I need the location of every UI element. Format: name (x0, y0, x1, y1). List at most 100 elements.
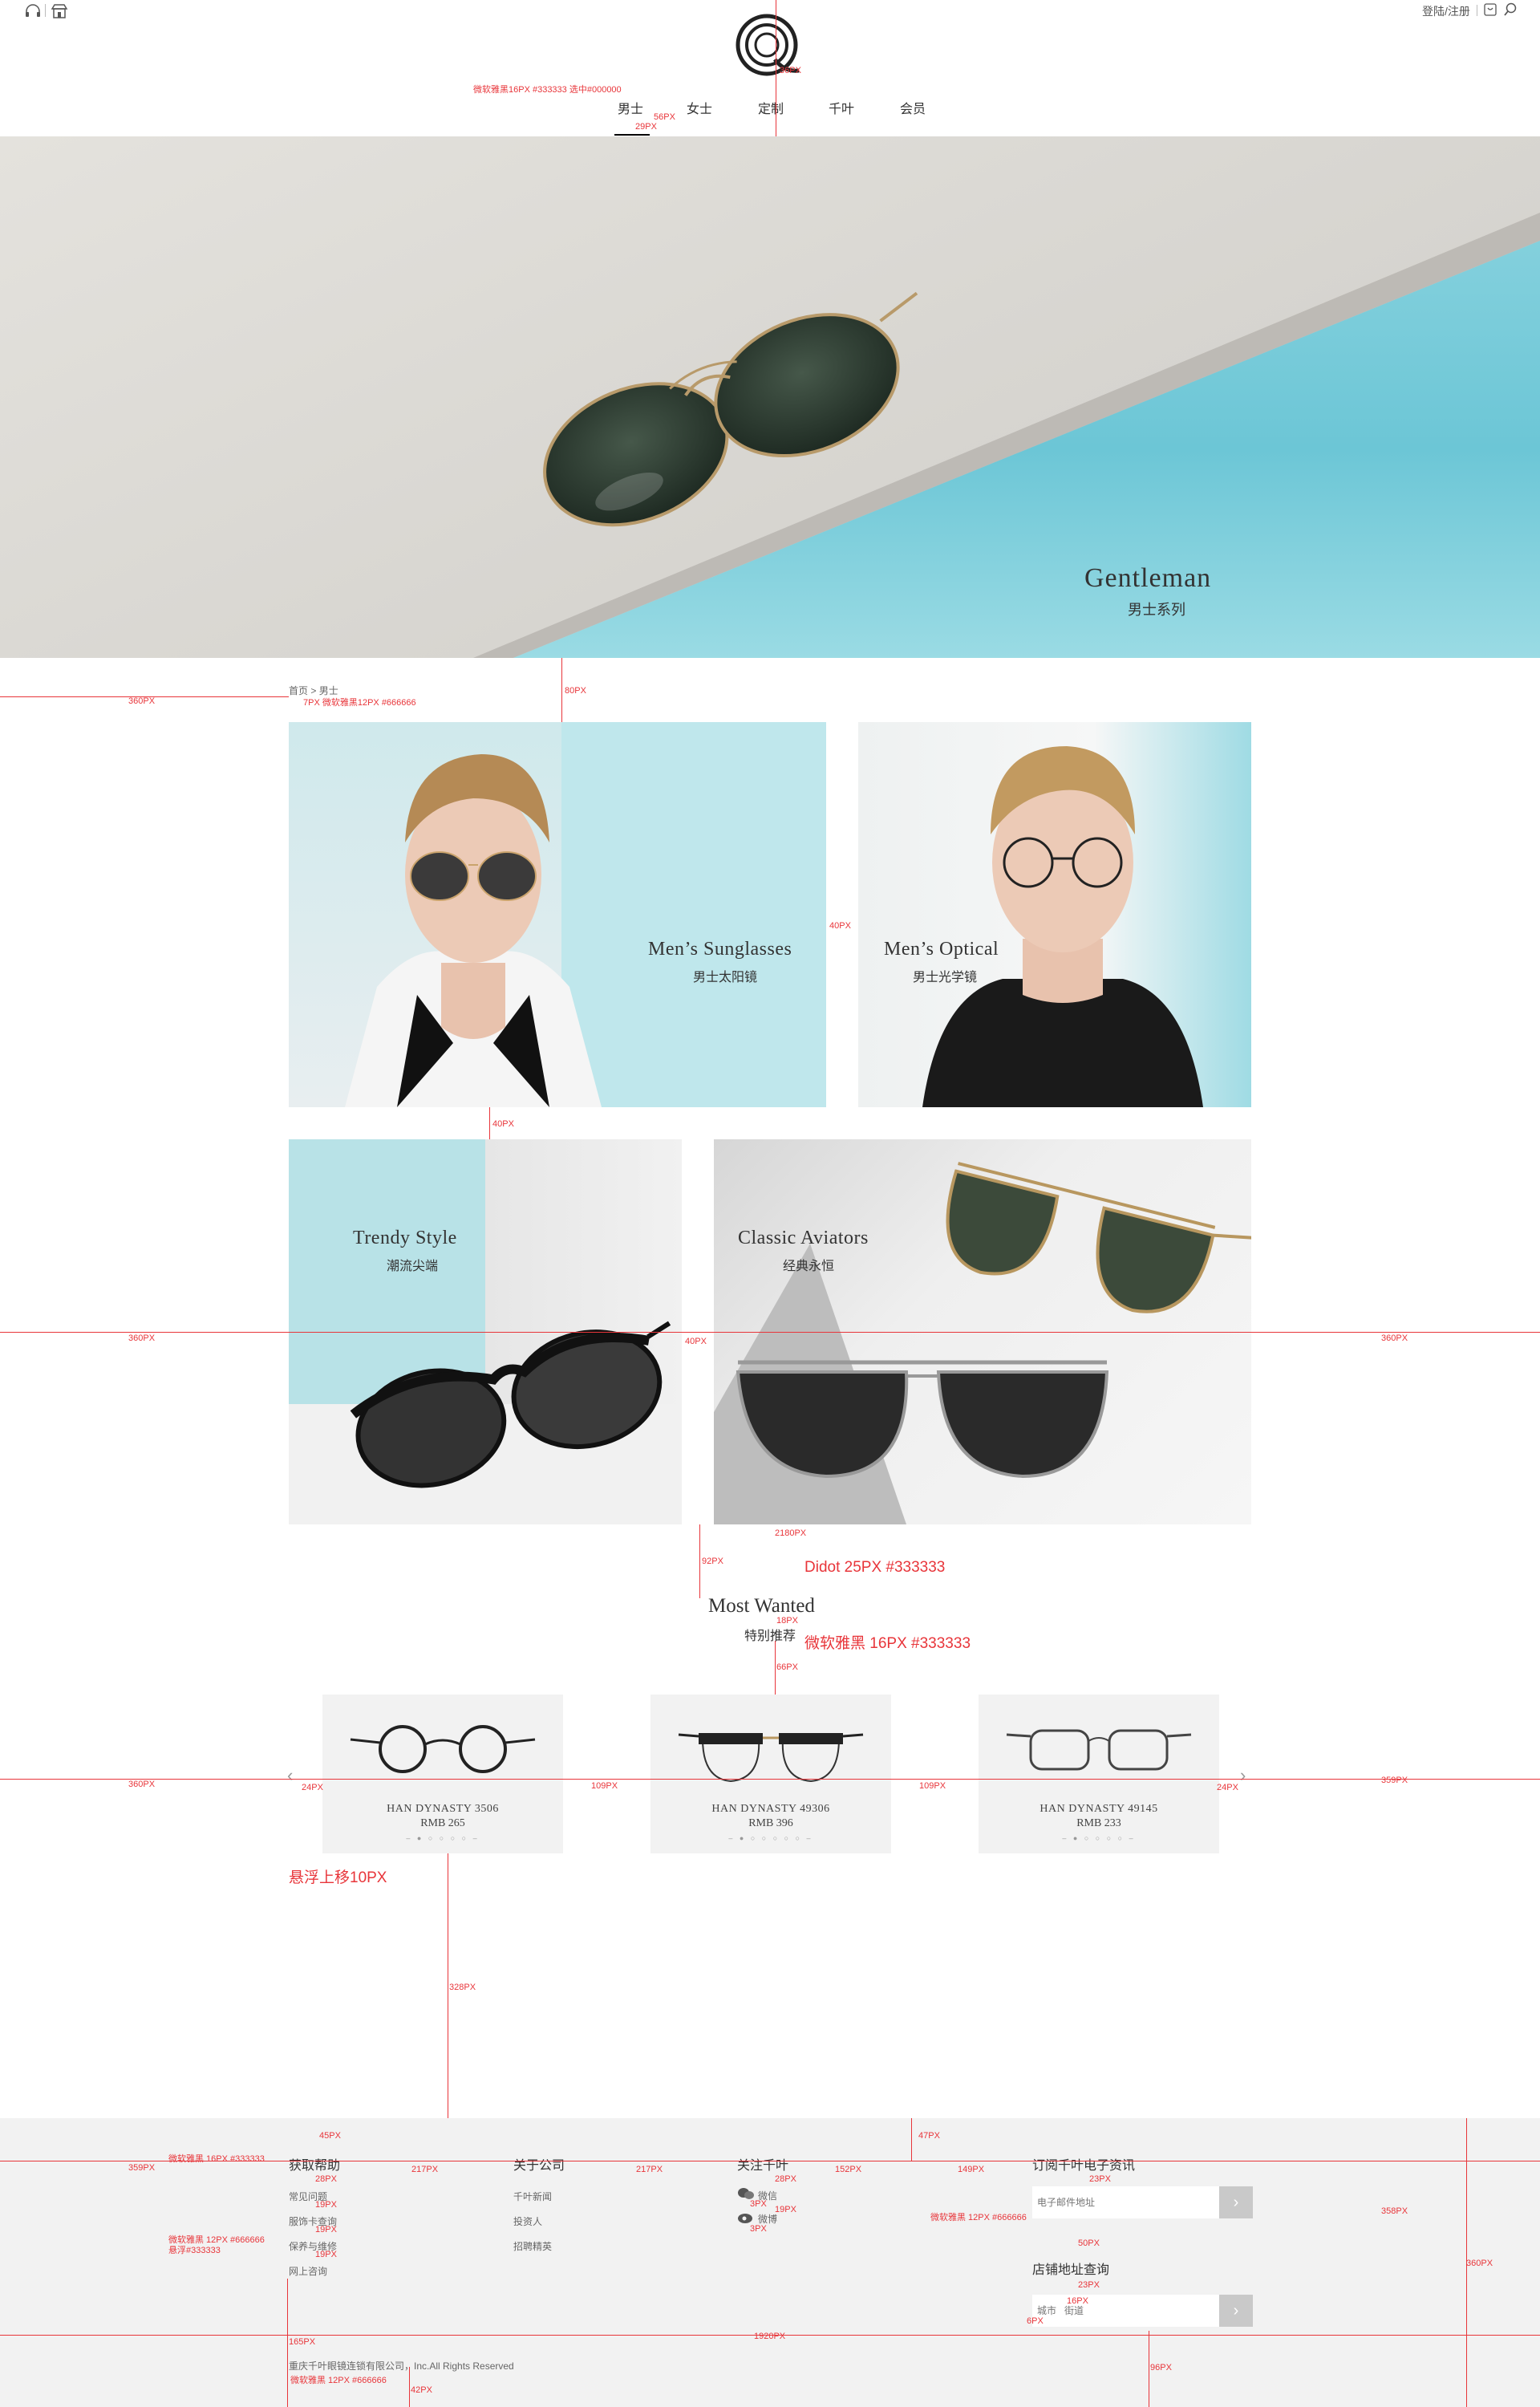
color-swatch-dots[interactable]: – ● ○ ○ ○ ○ – (322, 1834, 563, 1842)
nav-men[interactable]: 男士 (618, 98, 643, 117)
annotation: 217PX (411, 2165, 439, 2174)
footer-link-online-consult[interactable]: 网上咨询 (289, 2264, 327, 2278)
footer-link-news[interactable]: 千叶新闻 (513, 2190, 552, 2203)
copyright-text: 重庆千叶眼镜连锁有限公司，Inc.All Rights Reserved (289, 2360, 514, 2372)
annotation: 358PX (1381, 2206, 1408, 2216)
annotation-line (287, 2279, 288, 2407)
annotation: 7PX 微软雅黑12PX #666666 (303, 698, 416, 708)
most-wanted-title: Most Wanted (708, 1595, 815, 1617)
annotation-line (775, 1641, 776, 1695)
annotation: 16PX (1067, 2296, 1088, 2306)
tile-mens-optical[interactable]: Men’s Optical 男士光学镜 (858, 722, 1251, 1107)
footer-follow-title: 关注千叶 (737, 2159, 789, 2173)
annotation: 微软雅黑16PX #333333 选中#000000 (473, 85, 622, 95)
search-icon[interactable] (1503, 2, 1518, 17)
tile-title-zh: 经典永恒 (783, 1260, 835, 1273)
annotation: 36PX (780, 66, 801, 75)
nav-custom[interactable]: 定制 (758, 98, 784, 117)
annotation: 40PX (829, 921, 851, 931)
annotation: 3PX (750, 2224, 767, 2234)
annotation: 24PX (1217, 1783, 1238, 1792)
carousel-next-arrow[interactable]: › (1240, 1765, 1246, 1786)
annotation: Didot 25PX #333333 (804, 1559, 946, 1576)
annotation: 360PX (1381, 1333, 1408, 1343)
footer-help-title: 获取帮助 (289, 2159, 341, 2173)
annotation: 149PX (958, 2165, 985, 2174)
aviator-sunglasses-image (543, 291, 918, 527)
footer-link-careers[interactable]: 招聘精英 (513, 2239, 552, 2253)
annotation: 152PX (835, 2165, 862, 2174)
browline-glasses-image (678, 1733, 864, 1783)
tile-title-en: Men’s Sunglasses (648, 939, 792, 960)
annotation: 1920PX (754, 2332, 786, 2341)
annotation: 微软雅黑 16PX #333333 (804, 1635, 971, 1652)
annotation: 165PX (289, 2337, 316, 2347)
annotation: 19PX (315, 2250, 337, 2259)
top-header: 登陆/注册 男士 女士 定制 千叶 会员 (0, 0, 1540, 136)
annotation: 109PX (591, 1781, 618, 1791)
store-search-input[interactable] (1032, 2295, 1225, 2327)
store-icon[interactable] (51, 3, 68, 19)
annotation: 28PX (315, 2174, 337, 2184)
annotation: 328PX (449, 1983, 476, 1992)
tile-title-en: Trendy Style (353, 1228, 457, 1248)
tile-title-zh: 男士光学镜 (913, 971, 978, 984)
product-price: RMB 233 (1076, 1817, 1121, 1829)
annotation: 40PX (685, 1337, 707, 1346)
product-card[interactable]: HAN DYNASTY 49145 RMB 233 – ● ○ ○ ○ ○ – (979, 1695, 1219, 1853)
product-card[interactable]: HAN DYNASTY 49306 RMB 396 – ● ○ ○ ○ ○ ○ … (650, 1695, 891, 1853)
product-name: HAN DYNASTY 3506 (387, 1803, 499, 1815)
weibo-icon[interactable] (737, 2210, 755, 2224)
headset-icon[interactable] (24, 4, 42, 18)
newsletter-submit-button[interactable]: › (1219, 2186, 1253, 2218)
breadcrumb-current: 男士 (318, 685, 338, 696)
product-price: RMB 265 (420, 1817, 465, 1829)
product-name: HAN DYNASTY 49306 (711, 1803, 830, 1815)
round-sunglasses-image (350, 1321, 671, 1488)
annotation-line (699, 1524, 700, 1598)
footer-subscribe-title: 订阅千叶电子资讯 (1032, 2159, 1136, 2173)
annotation: 24PX (302, 1783, 323, 1792)
annotation: 23PX (1078, 2280, 1100, 2290)
annotation: 80PX (565, 686, 586, 696)
footer-link-investors[interactable]: 投资人 (513, 2214, 542, 2228)
annotation: 悬浮#333333 (168, 2246, 221, 2255)
annotation-line (489, 1107, 490, 1139)
color-swatch-dots[interactable]: – ● ○ ○ ○ ○ – (979, 1834, 1219, 1842)
annotation: 微软雅黑 12PX #666666 (930, 2213, 1027, 2222)
breadcrumb-home[interactable]: 首页 (289, 685, 308, 696)
color-swatch-dots[interactable]: – ● ○ ○ ○ ○ ○ – (650, 1834, 891, 1842)
annotation: 18PX (776, 1616, 798, 1626)
annotation: 28PX (775, 2174, 796, 2184)
newsletter-email-input[interactable] (1032, 2186, 1225, 2218)
user-icon[interactable] (1484, 3, 1497, 16)
annotation: 2180PX (775, 1528, 807, 1538)
annotation-line (911, 2118, 912, 2161)
product-price: RMB 396 (748, 1817, 793, 1829)
most-wanted-subtitle: 特别推荐 (744, 1630, 796, 1643)
product-card[interactable]: HAN DYNASTY 3506 RMB 265 – ● ○ ○ ○ ○ – (322, 1695, 563, 1853)
annotation: 6PX (1027, 2316, 1044, 2326)
annotation: 50PX (1078, 2239, 1100, 2248)
tile-mens-sunglasses[interactable]: Men’s Sunglasses 男士太阳镜 (289, 722, 826, 1107)
annotation: 360PX (128, 696, 156, 706)
carousel-prev-arrow[interactable]: ‹ (287, 1765, 293, 1786)
annotation: 微软雅黑 16PX #333333 (168, 2154, 265, 2164)
annotation: 360PX (1466, 2259, 1493, 2268)
product-name: HAN DYNASTY 49145 (1040, 1803, 1158, 1815)
annotation-line (0, 1779, 1540, 1780)
model-portrait-image (922, 746, 1203, 1107)
annotation-line (0, 1332, 1540, 1333)
divider (45, 4, 46, 17)
nav-qianye[interactable]: 千叶 (829, 98, 854, 117)
store-search-button[interactable]: › (1219, 2295, 1253, 2327)
annotation: 23PX (1089, 2174, 1111, 2184)
nav-women[interactable]: 女士 (687, 98, 712, 117)
annotation: 45PX (319, 2131, 341, 2141)
breadcrumb-separator: > (310, 685, 317, 696)
model-portrait-image (345, 754, 602, 1107)
nav-member[interactable]: 会员 (900, 98, 926, 117)
annotation: 56PX (654, 112, 675, 122)
annotation: 40PX (492, 1119, 514, 1129)
login-register-link[interactable]: 登陆/注册 (1422, 3, 1470, 19)
